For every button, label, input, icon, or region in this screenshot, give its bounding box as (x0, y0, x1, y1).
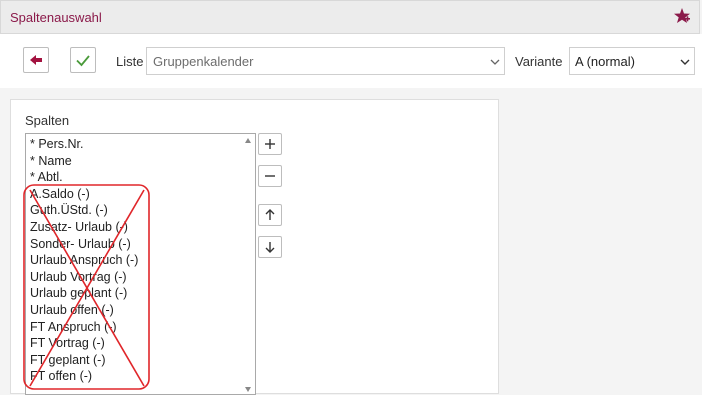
chevron-down-icon (680, 59, 690, 65)
arrow-down-icon (265, 242, 275, 253)
move-up-button[interactable] (258, 204, 282, 226)
column-list-item[interactable]: Urlaub Vortrag (-) (30, 269, 255, 286)
window-title: Spaltenauswahl (10, 10, 102, 25)
scroll-down-arrow-icon[interactable] (245, 387, 251, 392)
list-label: Liste (116, 54, 144, 69)
columns-listbox[interactable]: * Pers.Nr. * Name * Abtl. A.Saldo (-) Guth.Ü… (25, 133, 256, 395)
move-down-button[interactable] (258, 236, 282, 258)
list-select[interactable]: Gruppenkalender (146, 47, 505, 75)
columns-heading: Spalten (25, 113, 70, 128)
add-column-button[interactable] (258, 133, 282, 155)
column-list-item[interactable]: * Name (30, 153, 255, 170)
minus-icon (265, 175, 275, 177)
arrow-left-icon (30, 55, 42, 65)
column-list-item[interactable]: FT offen (-) (30, 368, 255, 385)
column-list-item[interactable]: Zusatz- Urlaub (-) (30, 219, 255, 236)
column-list-item[interactable]: Guth.ÜStd. (-) (30, 202, 255, 219)
plus-icon (265, 139, 275, 149)
confirm-button[interactable] (70, 47, 96, 73)
column-list-item[interactable]: * Abtl. (30, 169, 255, 186)
column-list-item[interactable]: FT Vortrag (-) (30, 335, 255, 352)
column-list-item[interactable]: FT geplant (-) (30, 352, 255, 369)
column-list-item[interactable]: FT Anspruch (-) (30, 319, 255, 336)
columns-panel: Spalten * Pers.Nr. * Name * Abtl. A.Saldo (… (10, 99, 499, 395)
column-list-item[interactable]: * Pers.Nr. (30, 136, 255, 153)
column-list-item[interactable]: Sonder- Urlaub (-) (30, 236, 255, 253)
column-list-item[interactable]: Urlaub geplant (-) (30, 285, 255, 302)
remove-column-button[interactable] (258, 165, 282, 187)
column-list-item[interactable]: A.Saldo (-) (30, 186, 255, 203)
column-list-item[interactable]: Urlaub Anspruch (-) (30, 252, 255, 269)
list-select-value: Gruppenkalender (153, 54, 254, 69)
scroll-up-arrow-icon[interactable] (245, 138, 251, 143)
title-bar: Spaltenauswahl (0, 0, 700, 34)
pin-star-icon[interactable] (673, 7, 691, 25)
arrow-up-icon (265, 209, 275, 220)
chevron-down-icon (490, 59, 500, 65)
columns-list: * Pers.Nr. * Name * Abtl. A.Saldo (-) Guth.Ü… (26, 134, 255, 385)
toolbar: Liste Gruppenkalender Variante A (normal… (0, 34, 702, 88)
back-button[interactable] (23, 47, 49, 73)
variant-select[interactable]: A (normal) (569, 47, 695, 75)
column-list-item[interactable]: Urlaub offen (-) (30, 302, 255, 319)
variant-select-value: A (normal) (575, 54, 635, 69)
variant-label: Variante (515, 54, 563, 69)
checkmark-icon (76, 55, 90, 67)
